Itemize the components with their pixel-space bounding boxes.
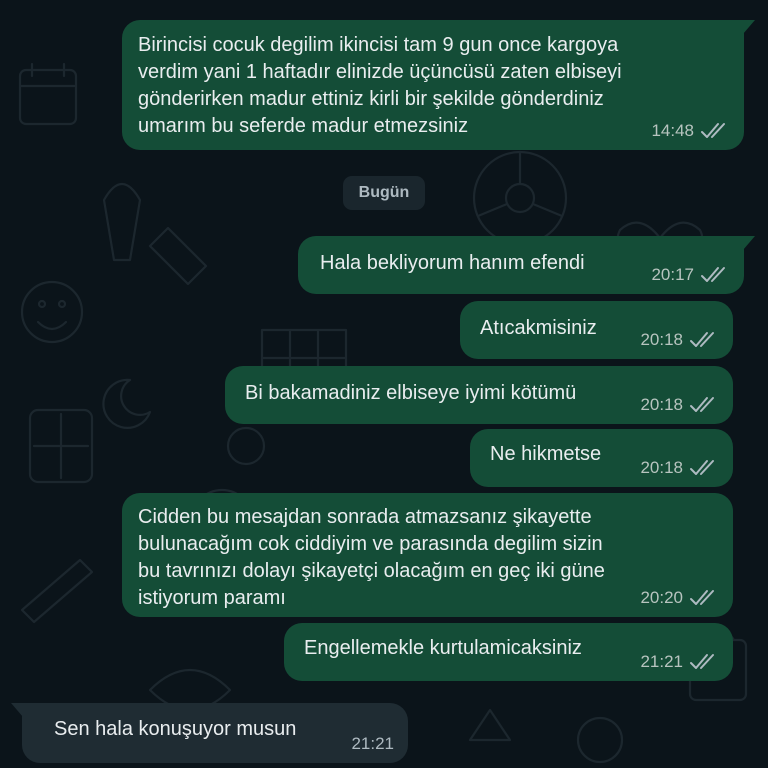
message-meta: 14:48 bbox=[651, 121, 730, 141]
message-time: 20:18 bbox=[640, 330, 683, 349]
message-time: 21:21 bbox=[351, 734, 394, 753]
message-time: 20:18 bbox=[640, 395, 683, 414]
double-check-icon bbox=[690, 332, 714, 347]
double-check-icon bbox=[701, 267, 725, 282]
message-text: Birincisi cocuk degilim ikincisi tam 9 g… bbox=[138, 34, 622, 137]
message-bubble-outgoing[interactable]: Hala bekliyorum hanım efendi 20:17 bbox=[298, 236, 755, 294]
message-bubble-outgoing[interactable]: Engellemekle kurtulamicaksiniz 21:21 bbox=[284, 623, 733, 681]
message-meta: 20:18 bbox=[640, 395, 719, 415]
message-time: 20:17 bbox=[651, 265, 694, 284]
message-meta: 20:18 bbox=[640, 458, 719, 478]
message-time: 21:21 bbox=[640, 652, 683, 671]
message-meta: 20:17 bbox=[651, 265, 730, 285]
message-text: Sen hala konuşuyor musun bbox=[54, 718, 297, 740]
message-time: 20:18 bbox=[640, 458, 683, 477]
message-meta: 21:21 bbox=[640, 652, 719, 672]
message-bubble-incoming[interactable]: Sen hala konuşuyor musun 21:21 bbox=[11, 703, 408, 763]
double-check-icon bbox=[690, 460, 714, 475]
message-text: Cidden bu mesajdan sonrada atmazsanız şi… bbox=[138, 506, 605, 609]
double-check-icon bbox=[701, 123, 725, 138]
double-check-icon bbox=[690, 654, 714, 669]
message-bubble-outgoing[interactable]: Atıcakmisiniz 20:18 bbox=[460, 301, 733, 359]
message-meta: 21:21 bbox=[351, 734, 394, 754]
message-meta: 20:20 bbox=[640, 588, 719, 608]
message-bubble-outgoing[interactable]: Ne hikmetse 20:18 bbox=[470, 429, 733, 487]
date-divider: Bugün bbox=[343, 176, 425, 210]
double-check-icon bbox=[690, 397, 714, 412]
message-time: 14:48 bbox=[651, 121, 694, 140]
message-bubble-outgoing[interactable]: Cidden bu mesajdan sonrada atmazsanız şi… bbox=[122, 493, 733, 617]
message-bubble-outgoing[interactable]: Birincisi cocuk degilim ikincisi tam 9 g… bbox=[122, 20, 755, 150]
message-bubble-outgoing[interactable]: Bi bakamadiniz elbiseye iyimi kötümü 20:… bbox=[225, 366, 733, 424]
message-time: 20:20 bbox=[640, 588, 683, 607]
chat-conversation: Birincisi cocuk degilim ikincisi tam 9 g… bbox=[0, 0, 768, 768]
double-check-icon bbox=[690, 590, 714, 605]
message-meta: 20:18 bbox=[640, 330, 719, 350]
